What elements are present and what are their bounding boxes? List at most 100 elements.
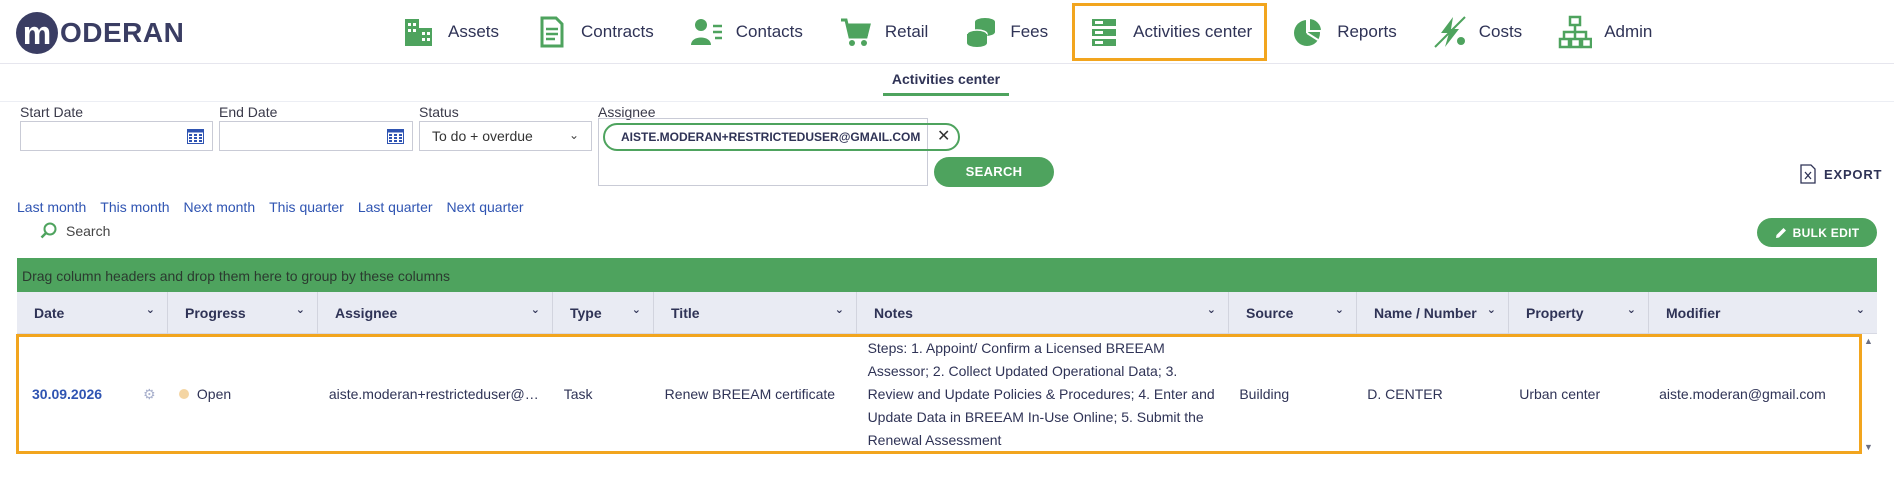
column-header-label: Progress	[185, 305, 246, 321]
nav-fees[interactable]: Fees	[952, 4, 1060, 60]
column-header-label: Property	[1526, 305, 1584, 321]
column-header-label: Title	[671, 305, 700, 321]
quick-link-next-quarter[interactable]: Next quarter	[447, 199, 524, 215]
scroll-down-arrow[interactable]: ▼	[1864, 442, 1873, 452]
search-label: Search	[66, 223, 111, 239]
nav-label: Costs	[1478, 22, 1523, 41]
column-header-title[interactable]: Title ⌄	[654, 292, 857, 334]
quick-link-next-month[interactable]: Next month	[184, 199, 256, 215]
export-button[interactable]: EXPORT	[1800, 164, 1882, 184]
end-date-input[interactable]	[219, 121, 413, 151]
quick-link-last-quarter[interactable]: Last quarter	[358, 199, 433, 215]
chevron-down-icon[interactable]: ⌄	[146, 303, 155, 316]
column-header-label: Name / Number	[1374, 305, 1477, 321]
column-header-progress[interactable]: Progress ⌄	[168, 292, 318, 334]
chevron-down-icon[interactable]: ⌄	[1207, 303, 1216, 316]
person-list-icon	[690, 19, 722, 45]
document-icon	[540, 16, 564, 48]
status-label: Status	[419, 104, 459, 120]
chevron-down-icon[interactable]: ⌄	[296, 303, 305, 316]
date-quick-links: Last month This month Next month This qu…	[17, 199, 538, 215]
assignee-chip-label: AISTE.MODERAN+RESTRICTEDUSER@GMAIL.COM	[621, 130, 921, 144]
logo-mark: m	[16, 12, 58, 54]
nav-activities-center[interactable]: Activities center	[1072, 3, 1268, 61]
gear-icon[interactable]: ⚙	[139, 386, 169, 403]
moderan-logo[interactable]: m ODERAN	[16, 11, 184, 55]
divider	[0, 101, 1894, 102]
chevron-down-icon[interactable]: ⌄	[531, 303, 540, 316]
nav-contracts[interactable]: Contracts	[523, 4, 666, 60]
buildings-icon	[405, 19, 432, 46]
chevron-down-icon[interactable]: ⌄	[835, 303, 844, 316]
column-header-label: Modifier	[1666, 305, 1721, 321]
cell-notes: Steps: 1. Appoint/ Confirm a Licensed BR…	[867, 339, 1215, 448]
cell-property: Urban center	[1519, 386, 1601, 402]
tasks-icon	[1092, 19, 1117, 46]
status-dot	[178, 389, 189, 399]
close-icon[interactable]: ✕	[937, 126, 950, 146]
scroll-up-arrow[interactable]: ▲	[1864, 336, 1873, 346]
column-header-name-number[interactable]: Name / Number ⌄	[1357, 292, 1509, 334]
column-header-assignee[interactable]: Assignee ⌄	[318, 292, 553, 334]
start-date-input[interactable]	[20, 121, 213, 151]
nav-label: Assets	[448, 22, 500, 41]
quick-link-this-quarter[interactable]: This quarter	[269, 199, 344, 215]
table-row[interactable]: 30.09.2026 ⚙ Open aiste.moderan+restrict…	[16, 334, 1862, 454]
cart-icon	[840, 18, 871, 46]
nav-reports[interactable]: Reports	[1279, 4, 1409, 60]
nav-costs[interactable]: Costs	[1421, 4, 1534, 60]
nav-label: Retail	[884, 22, 929, 41]
column-header-source[interactable]: Source ⌄	[1229, 292, 1357, 334]
nav-contacts[interactable]: Contacts	[678, 4, 815, 60]
assignee-chip: AISTE.MODERAN+RESTRICTEDUSER@GMAIL.COM ✕	[603, 123, 961, 151]
cell-source: Building	[1239, 386, 1290, 402]
column-header-label: Type	[570, 305, 602, 321]
nav-label: Contacts	[735, 22, 803, 41]
quick-link-last-month[interactable]: Last month	[17, 199, 86, 215]
column-header-notes[interactable]: Notes ⌄	[857, 292, 1229, 334]
energy-icon	[1434, 16, 1466, 48]
column-header-type[interactable]: Type ⌄	[553, 292, 654, 334]
group-by-drop-zone[interactable]: Drag column headers and drop them here t…	[17, 258, 1877, 292]
cell-name-number: D. CENTER	[1367, 386, 1443, 402]
calendar-icon[interactable]	[387, 129, 404, 144]
column-header-date[interactable]: Date ⌄	[17, 292, 168, 334]
column-header-label: Assignee	[335, 305, 398, 321]
quick-link-this-month[interactable]: This month	[100, 199, 169, 215]
status-select[interactable]: To do + overdue ⌄	[419, 121, 592, 151]
main-nav: Assets Contracts Contacts Retail Fees Ac…	[390, 0, 1676, 64]
cell-modifier: aiste.moderan@gmail.com	[1659, 386, 1826, 402]
tab-activities-center[interactable]: Activities center	[883, 71, 1009, 96]
chevron-down-icon[interactable]: ⌄	[1335, 303, 1344, 316]
cell-date[interactable]: 30.09.2026	[19, 386, 139, 402]
column-header-label: Source	[1246, 305, 1294, 321]
column-header-modifier[interactable]: Modifier ⌄	[1649, 292, 1877, 334]
org-chart-icon	[1558, 15, 1593, 49]
nav-admin[interactable]: Admin	[1546, 4, 1664, 60]
cell-assignee: aiste.moderan+restricteduser@gmail.com	[328, 386, 554, 402]
end-date-label: End Date	[219, 104, 278, 120]
column-header-property[interactable]: Property ⌄	[1509, 292, 1649, 334]
nav-label: Admin	[1604, 22, 1653, 41]
start-date-label: Start Date	[20, 104, 84, 120]
grid-search[interactable]: Search	[40, 222, 110, 240]
cell-type: Task	[563, 386, 593, 402]
pencil-icon	[1775, 227, 1786, 238]
pie-chart-icon	[1294, 16, 1324, 46]
calendar-icon[interactable]	[187, 129, 204, 144]
search-button[interactable]: SEARCH	[934, 157, 1054, 187]
column-header-label: Date	[34, 305, 65, 321]
nav-assets[interactable]: Assets	[390, 4, 511, 60]
nav-label: Contracts	[581, 22, 654, 41]
bulk-edit-label: BULK EDIT	[1792, 225, 1860, 240]
chevron-down-icon[interactable]: ⌄	[1627, 303, 1636, 316]
nav-retail[interactable]: Retail	[827, 4, 940, 60]
search-icon	[40, 222, 57, 239]
assignee-multiselect[interactable]: AISTE.MODERAN+RESTRICTEDUSER@GMAIL.COM ✕	[598, 118, 961, 186]
bulk-edit-button[interactable]: BULK EDIT	[1757, 218, 1877, 247]
chevron-down-icon[interactable]: ⌄	[632, 303, 641, 316]
chevron-down-icon[interactable]: ⌄	[1487, 303, 1496, 316]
export-label: EXPORT	[1824, 166, 1883, 182]
chevron-down-icon[interactable]: ⌄	[1856, 303, 1865, 316]
grid-header: Date ⌄ Progress ⌄ Assignee ⌄ Type ⌄ Title ⌄ N…	[17, 292, 1877, 334]
